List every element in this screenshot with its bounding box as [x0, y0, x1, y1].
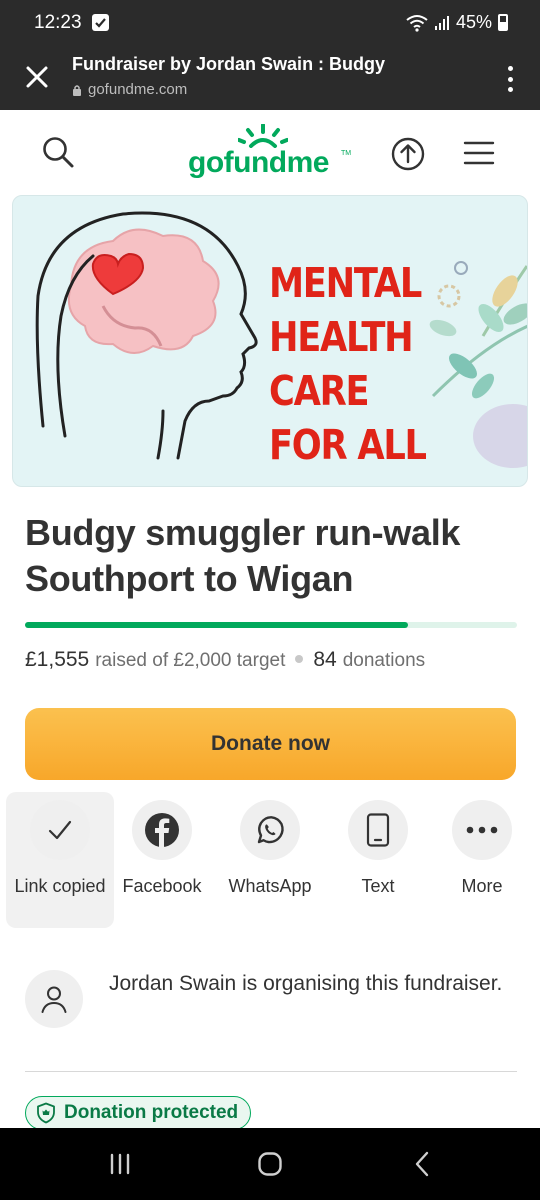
page-url[interactable]: gofundme.com [72, 81, 187, 98]
share-option-text[interactable]: Text [324, 792, 432, 928]
share-page-button[interactable] [390, 136, 426, 172]
share-label: More [461, 876, 503, 896]
cover-line: MENTAL [269, 259, 422, 307]
menu-dot [507, 76, 513, 82]
signal-icon [434, 15, 449, 30]
share-label: WhatsApp [228, 876, 312, 896]
donation-progress-fill [25, 622, 408, 628]
raised-label: raised of £2,000 target [95, 650, 286, 671]
battery-percent: 45% [455, 12, 492, 32]
upload-share-icon [391, 137, 425, 171]
status-bar: 12:23 45% [0, 0, 540, 46]
donate-now-button[interactable]: Donate now [25, 708, 516, 780]
protected-label: Donation protected [64, 1102, 239, 1123]
site-header: gofundme TM [0, 110, 540, 194]
amount-raised: £1,555 [25, 648, 90, 671]
search-button[interactable] [40, 134, 76, 170]
share-circle [132, 800, 192, 860]
share-label: Text [361, 876, 395, 896]
cover-line: HEALTH [269, 313, 414, 361]
gofundme-logo[interactable]: gofundme TM [188, 124, 358, 184]
back-chevron-icon [415, 1151, 429, 1177]
battery-icon [498, 14, 508, 31]
page-title: Fundraiser by Jordan Swain : Budgy [72, 54, 386, 74]
home-button[interactable] [250, 1146, 290, 1182]
back-button[interactable] [402, 1146, 442, 1182]
shield-icon [37, 1102, 55, 1124]
close-icon [26, 66, 48, 88]
fundraiser-title: Budgy smuggler run-walk Southport to Wig… [25, 512, 461, 599]
lock-icon [73, 84, 81, 96]
donation-count[interactable]: 84 [313, 648, 336, 672]
organiser-section: Jordan Swain is organising this fundrais… [25, 960, 520, 1040]
donations-label[interactable]: donations [343, 650, 425, 672]
logo-trademark: TM [341, 150, 352, 157]
whatsapp-icon [257, 816, 284, 844]
check-icon [48, 820, 72, 840]
home-icon [258, 1152, 282, 1176]
close-tab-button[interactable] [22, 62, 52, 92]
donation-protected-badge[interactable]: Donation protected [25, 1096, 252, 1128]
cover-line: FOR ALL [269, 421, 427, 469]
recent-apps-button[interactable] [100, 1146, 140, 1182]
separator-dot [295, 655, 304, 663]
share-circle [240, 800, 300, 860]
hamburger-menu-button[interactable] [462, 140, 496, 166]
web-page: gofundme TM MENTAL HEALTH CARE FOR ALL B… [0, 110, 540, 1128]
wifi-icon [406, 14, 428, 32]
status-time: 12:23 [34, 12, 82, 33]
donation-stats: £1,555 raised of £2,000 target 84 donati… [25, 648, 425, 672]
phone-icon [366, 813, 390, 847]
logo-sun-icon [238, 124, 288, 148]
share-circle [452, 800, 512, 860]
share-option-whatsapp[interactable]: WhatsApp [216, 792, 324, 928]
notification-check-icon [92, 14, 109, 31]
status-indicators: 45% [406, 12, 508, 33]
menu-dot [507, 87, 513, 92]
recent-apps-icon [110, 1153, 130, 1175]
logo-wordmark: gofundme [188, 146, 329, 179]
share-options: Link copied Facebook WhatsApp Text More [0, 792, 540, 928]
system-navigation-bar [0, 1128, 540, 1200]
more-icon [466, 826, 498, 834]
section-divider [25, 1071, 517, 1072]
share-option-more[interactable]: More [428, 792, 536, 928]
share-label: Link copied [14, 876, 106, 896]
organiser-text: Jordan Swain is organising this fundrais… [109, 972, 503, 995]
cover-line: CARE [269, 367, 370, 415]
user-icon [41, 986, 67, 1013]
hamburger-icon [463, 141, 495, 165]
share-circle [348, 800, 408, 860]
organiser-avatar [25, 970, 83, 1028]
share-option-link[interactable]: Link copied [6, 792, 114, 928]
share-label: Facebook [122, 876, 202, 896]
browser-menu-button[interactable] [504, 64, 516, 94]
url-text: gofundme.com [88, 81, 188, 98]
menu-dot [507, 66, 513, 71]
cover-headline: MENTAL HEALTH CARE FOR ALL [269, 256, 427, 472]
donation-progress-bar [25, 622, 517, 628]
share-option-facebook[interactable]: Facebook [108, 792, 216, 928]
facebook-icon [145, 813, 179, 847]
fundraiser-cover-image[interactable]: MENTAL HEALTH CARE FOR ALL [12, 195, 528, 487]
share-circle [30, 800, 90, 860]
search-icon [43, 137, 74, 168]
browser-toolbar: Fundraiser by Jordan Swain : Budgy gofun… [0, 46, 540, 110]
